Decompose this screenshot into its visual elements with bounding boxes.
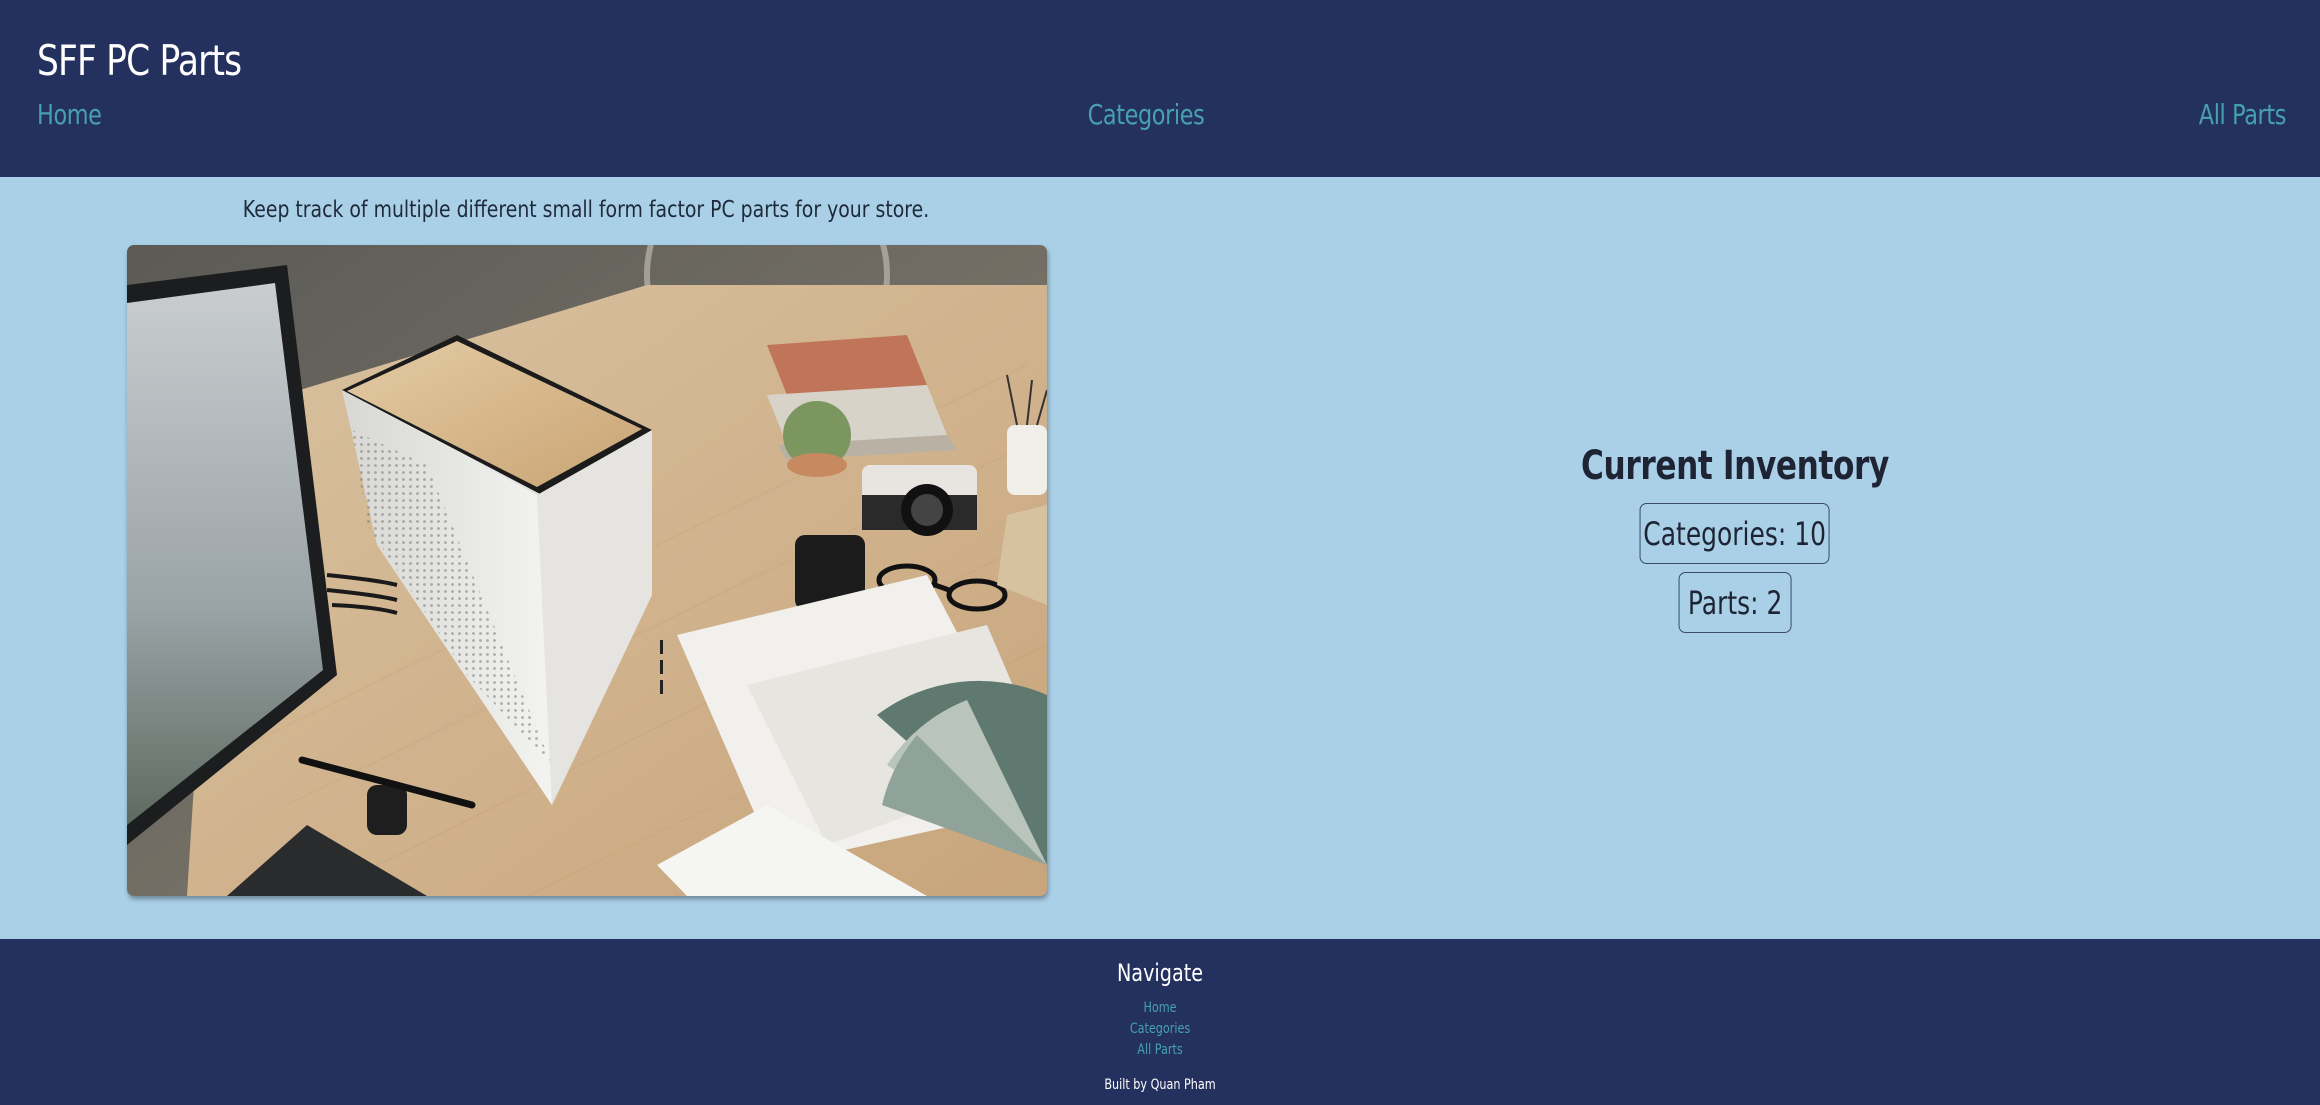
inventory-panel: Current Inventory Categories: 10 Parts: … — [1538, 443, 1933, 633]
nav-link-categories[interactable]: Categories — [1088, 98, 1205, 131]
site-title[interactable]: SFF PC Parts — [37, 36, 242, 85]
footer-link-all-parts[interactable]: All Parts — [1137, 1042, 1182, 1058]
site-footer: Navigate Home Categories All Parts Built… — [0, 939, 2320, 1105]
footer-credit: Built by Quan Pham — [1104, 1077, 1216, 1093]
footer-link-home[interactable]: Home — [1143, 1000, 1176, 1016]
categories-count-label: Categories: 10 — [1643, 514, 1827, 553]
site-header: SFF PC Parts Home Categories All Parts — [0, 0, 2320, 177]
nav-link-all-parts[interactable]: All Parts — [2199, 98, 2287, 131]
parts-count-badge[interactable]: Parts: 2 — [1678, 572, 1792, 633]
parts-count-label: Parts: 2 — [1687, 583, 1783, 622]
footer-heading: Navigate — [1116, 959, 1204, 987]
main-content: Keep track of multiple different small f… — [0, 177, 2320, 939]
categories-count-badge[interactable]: Categories: 10 — [1639, 503, 1830, 564]
nav-link-home[interactable]: Home — [37, 98, 102, 131]
hero-image — [127, 245, 1047, 896]
tagline: Keep track of multiple different small f… — [242, 197, 930, 223]
inventory-title: Current Inventory — [1580, 443, 1890, 489]
footer-link-categories[interactable]: Categories — [1130, 1021, 1190, 1037]
